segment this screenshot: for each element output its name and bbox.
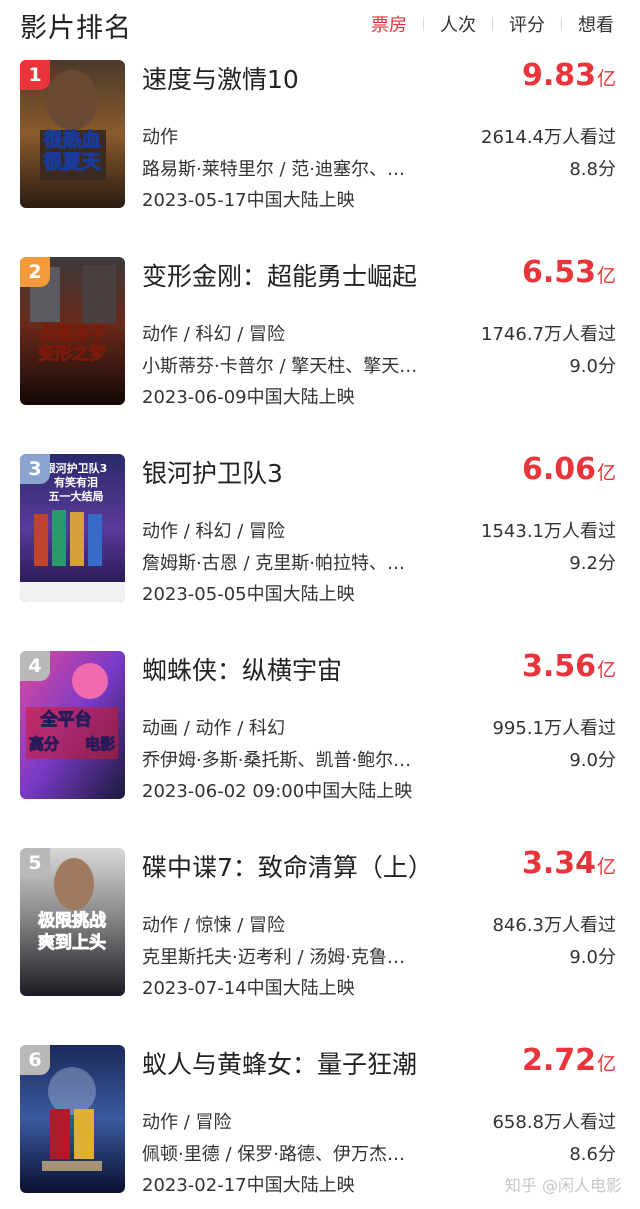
sort-tabs: 票房 人次 评分 想看 (369, 11, 616, 37)
box-office: 3.56亿 (522, 649, 616, 684)
release-date: 2023-07-14中国大陆上映 (142, 978, 355, 999)
box-office: 3.34亿 (522, 846, 616, 881)
poster-tagline: 很夏天 (43, 150, 101, 173)
movie-cast: 佩顿·里德 / 保罗·路德、伊万杰… (142, 1144, 405, 1165)
poster-tagline: 极限挑战 (38, 910, 106, 931)
tab-viewers[interactable]: 人次 (438, 11, 478, 37)
source-watermark: 知乎 @闲人电影 (504, 1176, 622, 1195)
movie-row[interactable]: 极限挑战 爽到上头 5 碟中谍7：致命清算（上） 3.34亿 动作 / 惊悚 /… (0, 844, 640, 1041)
box-office-value: 3.34 (521, 846, 596, 881)
movie-title[interactable]: 银河护卫队3 (142, 454, 283, 490)
movie-genre: 动作 / 冒险 (142, 1112, 232, 1133)
poster-tagline: 点燃孩子 (38, 323, 106, 344)
movie-poster[interactable]: 很热血 很夏天 1 (20, 60, 125, 208)
movie-ranking-list: 很热血 很夏天 1 速度与激情10 9.83亿 动作 2614.4万人看过 路易… (0, 56, 640, 1209)
movie-genre: 动作 / 惊悚 / 冒险 (142, 915, 286, 936)
box-office-value: 9.83 (521, 58, 596, 93)
release-date: 2023-05-05中国大陆上映 (142, 584, 355, 605)
poster-tagline: 很热血 (43, 128, 100, 151)
rank-badge: 4 (20, 651, 50, 681)
box-office: 2.72亿 (522, 1043, 616, 1078)
box-office-value: 2.72 (521, 1043, 596, 1078)
header: 影片排名 票房 人次 评分 想看 (0, 0, 640, 46)
poster-tagline: 爽到上头 (38, 933, 106, 953)
tab-box-office[interactable]: 票房 (369, 11, 409, 37)
rank-badge: 5 (20, 848, 50, 878)
rank-badge: 1 (20, 60, 50, 90)
viewer-count: 846.3万人看过 (492, 915, 616, 936)
movie-cast: 詹姆斯·古恩 / 克里斯·帕拉特、… (142, 553, 405, 574)
box-office-unit: 亿 (596, 462, 616, 484)
poster-tagline: 电影 (85, 735, 115, 753)
movie-poster[interactable]: 银河护卫队3 有笑有泪 五一大结局 3 (20, 454, 125, 602)
release-date: 2023-02-17中国大陆上映 (142, 1175, 355, 1196)
poster-tagline: 高分 (29, 735, 59, 753)
tab-want-to-watch[interactable]: 想看 (576, 11, 616, 37)
poster-tagline: 银河护卫队3 (45, 461, 108, 475)
movie-title[interactable]: 蚁人与黄蜂女：量子狂潮 (142, 1045, 417, 1081)
movie-row[interactable]: 全平台 高分 电影 4 蜘蛛侠：纵横宇宙 3.56亿 动画 / 动作 / 科幻 … (0, 647, 640, 844)
box-office: 6.53亿 (522, 255, 616, 290)
box-office-value: 3.56 (521, 649, 596, 684)
movie-score: 9.0分 (569, 356, 616, 377)
movie-score: 8.8分 (569, 159, 616, 180)
movie-genre: 动画 / 动作 / 科幻 (142, 718, 286, 739)
movie-genre: 动作 / 科幻 / 冒险 (142, 521, 286, 542)
movie-title[interactable]: 变形金刚：超能勇士崛起 (142, 257, 417, 293)
movie-poster[interactable]: 极限挑战 爽到上头 5 (20, 848, 125, 996)
movie-poster[interactable]: 6 (20, 1045, 125, 1193)
viewer-count: 1746.7万人看过 (481, 324, 616, 345)
movie-score: 9.2分 (569, 553, 616, 574)
movie-genre: 动作 / 科幻 / 冒险 (142, 324, 286, 345)
movie-genre: 动作 (142, 127, 178, 148)
movie-title[interactable]: 碟中谍7：致命清算（上） (142, 848, 433, 884)
box-office-value: 6.06 (521, 452, 596, 487)
rank-badge: 3 (20, 454, 50, 484)
movie-row[interactable]: 很热血 很夏天 1 速度与激情10 9.83亿 动作 2614.4万人看过 路易… (0, 56, 640, 253)
page-title: 影片排名 (20, 13, 132, 44)
movie-row[interactable]: 银河护卫队3 有笑有泪 五一大结局 3 银河护卫队3 6.06亿 动作 / 科幻… (0, 450, 640, 647)
box-office: 9.83亿 (522, 58, 616, 93)
movie-score: 9.0分 (569, 947, 616, 968)
movie-title[interactable]: 速度与激情10 (142, 60, 299, 96)
rank-badge: 2 (20, 257, 50, 287)
tab-rating[interactable]: 评分 (507, 11, 547, 37)
box-office: 6.06亿 (522, 452, 616, 487)
movie-poster[interactable]: 全平台 高分 电影 4 (20, 651, 125, 799)
poster-tagline: 有笑有泪 (54, 475, 98, 489)
movie-title[interactable]: 蜘蛛侠：纵横宇宙 (142, 651, 342, 687)
poster-tagline: 全平台 (40, 709, 92, 730)
box-office-unit: 亿 (596, 1053, 616, 1075)
box-office-unit: 亿 (596, 659, 616, 681)
movie-cast: 克里斯托夫·迈考利 / 汤姆·克鲁… (142, 947, 405, 968)
tab-divider (423, 17, 424, 31)
movie-score: 8.6分 (569, 1144, 616, 1165)
movie-row[interactable]: 点燃孩子 变形之梦 2 变形金刚：超能勇士崛起 6.53亿 动作 / 科幻 / … (0, 253, 640, 450)
tab-divider (561, 17, 562, 31)
viewer-count: 1543.1万人看过 (481, 521, 616, 542)
movie-cast: 乔伊姆·多斯·桑托斯、凯普·鲍尔… (142, 750, 412, 771)
movie-cast: 路易斯·莱特里尔 / 范·迪塞尔、… (142, 159, 405, 180)
box-office-unit: 亿 (596, 265, 616, 287)
movie-poster[interactable]: 点燃孩子 变形之梦 2 (20, 257, 125, 405)
viewer-count: 995.1万人看过 (492, 718, 616, 739)
rank-badge: 6 (20, 1045, 50, 1075)
box-office-unit: 亿 (596, 68, 616, 90)
box-office-value: 6.53 (521, 255, 596, 290)
box-office-unit: 亿 (596, 856, 616, 878)
viewer-count: 2614.4万人看过 (481, 127, 616, 148)
poster-tagline: 五一大结局 (49, 489, 104, 503)
poster-tagline: 变形之梦 (38, 343, 107, 364)
release-date: 2023-06-09中国大陆上映 (142, 387, 355, 408)
tab-divider (492, 17, 493, 31)
release-date: 2023-05-17中国大陆上映 (142, 190, 355, 211)
movie-score: 9.0分 (569, 750, 616, 771)
release-date: 2023-06-02 09:00中国大陆上映 (142, 781, 413, 802)
viewer-count: 658.8万人看过 (492, 1112, 616, 1133)
movie-cast: 小斯蒂芬·卡普尔 / 擎天柱、擎天… (142, 356, 418, 377)
